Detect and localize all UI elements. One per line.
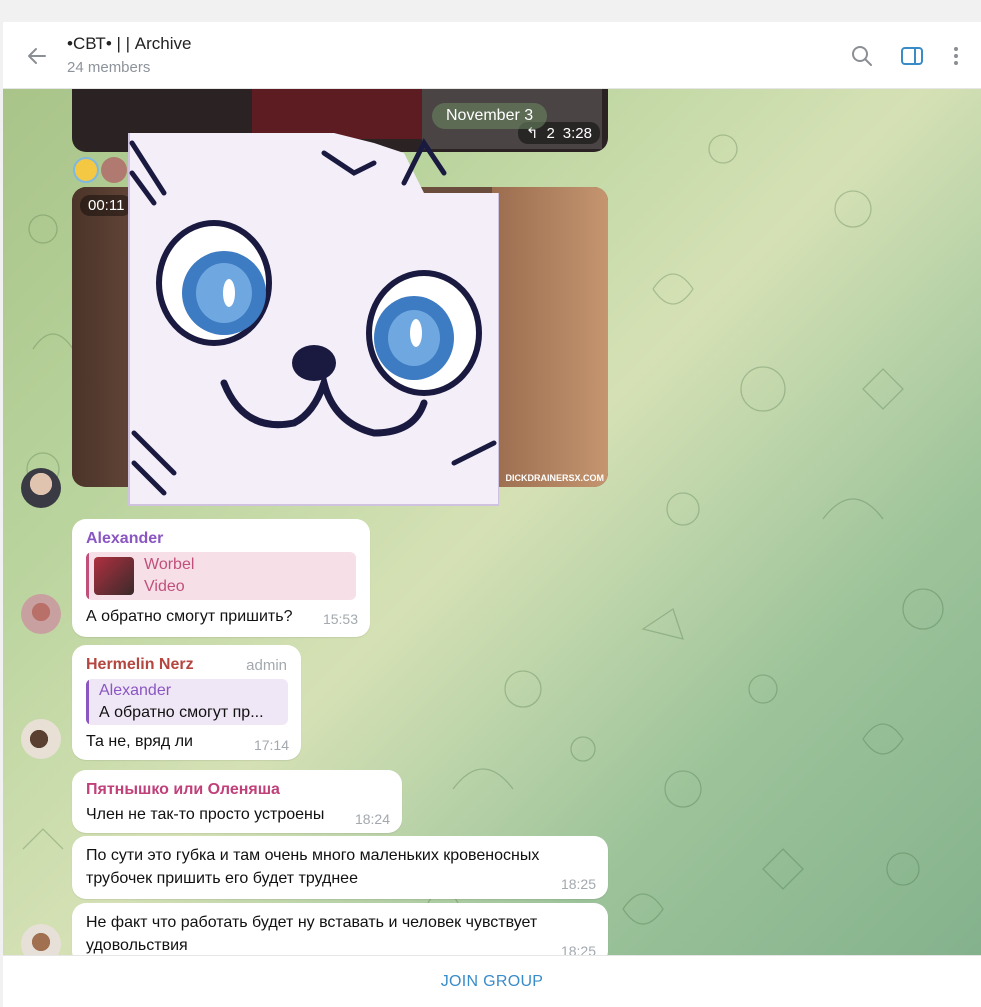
- message-bubble[interactable]: Alexander Worbel Video А обратно смогут …: [72, 519, 370, 637]
- message-text: А обратно смогут пришить?: [86, 608, 293, 625]
- sender-name[interactable]: Пятнышко или Оленяша: [86, 781, 280, 799]
- message-text-line: По сути это губка и там очень много мале…: [86, 847, 540, 864]
- sidebar-toggle-button[interactable]: [896, 40, 928, 72]
- more-vertical-icon: [954, 47, 958, 65]
- date-badge: November 3: [432, 103, 548, 129]
- message-text-line: удовольствия: [86, 937, 188, 954]
- chat-title[interactable]: •СВТ• | | Archive: [67, 34, 191, 54]
- cat-sticker[interactable]: [124, 133, 500, 509]
- admin-badge: admin: [246, 657, 287, 674]
- reply-text: Video: [144, 578, 185, 595]
- message-text-line: трубочек пришить его будет труднее: [86, 870, 358, 887]
- reply-author: Alexander: [99, 682, 172, 699]
- chat-footer: JOIN GROUP: [3, 955, 981, 1007]
- sender-name[interactable]: Hermelin Nerz: [86, 656, 194, 674]
- back-button[interactable]: [21, 40, 53, 72]
- avatar-alexander[interactable]: [21, 594, 61, 634]
- arrow-left-icon: [28, 48, 46, 64]
- reply-preview[interactable]: Alexander А обратно смогут пр...: [86, 679, 288, 725]
- reactions-row[interactable]: [73, 157, 127, 183]
- reply-thumbnail: [94, 557, 134, 595]
- message-time: 17:14: [253, 737, 289, 753]
- reply-author: Worbel: [144, 556, 195, 573]
- reply-preview[interactable]: Worbel Video: [86, 552, 356, 600]
- sidebar-panel-icon: [901, 47, 923, 65]
- sender-name[interactable]: Alexander: [86, 530, 163, 548]
- search-button[interactable]: [846, 40, 878, 72]
- search-icon: [852, 46, 872, 66]
- member-count: 24 members: [67, 59, 151, 76]
- reaction-scared-emoji[interactable]: [73, 157, 99, 183]
- message-bubble[interactable]: Не факт что работать будет ну вставать и…: [72, 903, 608, 955]
- cat-face-sticker-icon: [128, 133, 500, 506]
- message-text: Член не так-то просто устроены: [86, 806, 325, 823]
- message-time: 18:25: [560, 876, 596, 892]
- message-text-line: Не факт что работать будет ну вставать и…: [86, 914, 538, 931]
- chat-header: •СВТ• | | Archive 24 members: [3, 22, 981, 89]
- message-bubble[interactable]: Пятнышко или Оленяша Член не так-то прос…: [72, 770, 402, 833]
- more-menu-button[interactable]: [940, 40, 972, 72]
- message-text: Та не, вряд ли: [86, 733, 193, 750]
- video-watermark: DICKDRAINERSX.COM: [505, 473, 604, 483]
- reply-count: 2: [546, 124, 555, 142]
- message-time: 18:25: [560, 943, 596, 955]
- message-time: 18:24: [354, 811, 390, 827]
- message-time: 3:28: [562, 124, 592, 142]
- message-time: 15:53: [322, 611, 358, 627]
- join-group-button[interactable]: JOIN GROUP: [441, 973, 544, 991]
- message-list[interactable]: ↰ 2 3:28 November 3 00:11 DICKDRAINERSX.…: [3, 89, 981, 955]
- message-bubble[interactable]: По сути это губка и там очень много мале…: [72, 836, 608, 899]
- avatar-hermelin[interactable]: [21, 719, 61, 759]
- avatar[interactable]: [21, 468, 61, 508]
- reply-text: А обратно смогут пр...: [99, 704, 264, 721]
- message-bubble[interactable]: Hermelin Nerz admin Alexander А обратно …: [72, 645, 301, 760]
- chat-window: •СВТ• | | Archive 24 members ↰ 2 3:28 No…: [3, 22, 981, 1007]
